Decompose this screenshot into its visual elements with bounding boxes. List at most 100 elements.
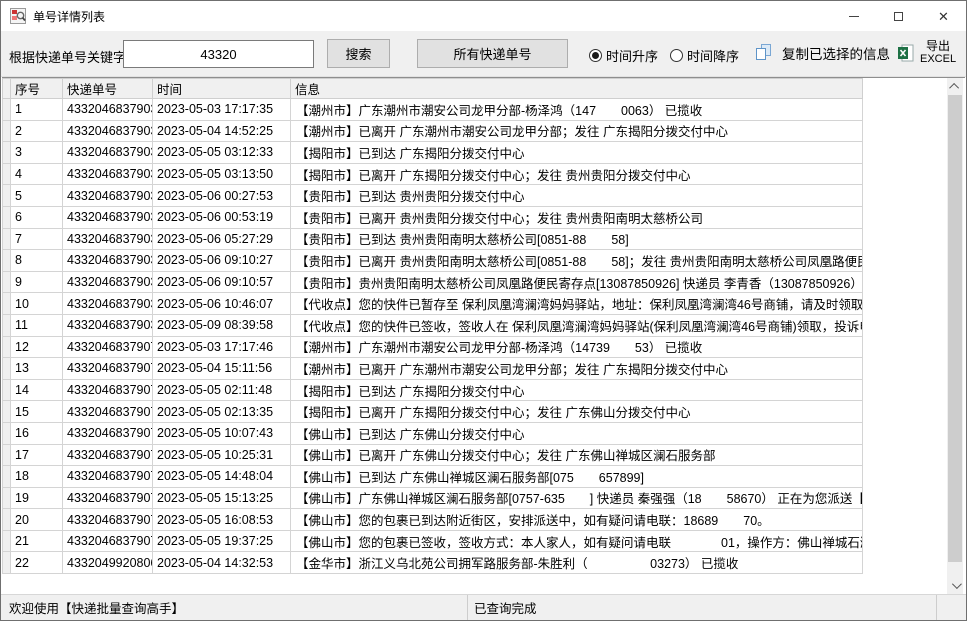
table-row[interactable]: 13 4332046837907 2023-05-04 15:11:56 【潮州… xyxy=(3,358,863,380)
cell-time[interactable]: 2023-05-05 03:13:50 xyxy=(153,163,291,185)
cell-tracking-number[interactable]: 4332046837903 xyxy=(63,228,153,250)
cell-index[interactable]: 15 xyxy=(11,401,63,423)
table-row[interactable]: 19 4332046837907 2023-05-05 15:13:25 【佛山… xyxy=(3,487,863,509)
cell-tracking-number[interactable]: 4332046837907 xyxy=(63,509,153,531)
cell-tracking-number[interactable]: 4332046837907 xyxy=(63,466,153,488)
row-header-cell[interactable] xyxy=(3,250,11,272)
table-row[interactable]: 21 4332046837907 2023-05-05 19:37:25 【佛山… xyxy=(3,530,863,552)
table-row[interactable]: 11 4332046837903 2023-05-09 08:39:58 【代收… xyxy=(3,314,863,336)
vertical-scrollbar[interactable] xyxy=(947,78,963,594)
table-row[interactable]: 18 4332046837907 2023-05-05 14:48:04 【佛山… xyxy=(3,466,863,488)
cell-time[interactable]: 2023-05-06 09:10:27 xyxy=(153,250,291,272)
cell-info[interactable]: 【揭阳市】已离开 广东揭阳分拨交付中心；发往 贵州贵阳分拨交付中心 xyxy=(291,163,863,185)
table-row[interactable]: 4 4332046837903 2023-05-05 03:13:50 【揭阳市… xyxy=(3,163,863,185)
header-time[interactable]: 时间 xyxy=(153,79,291,99)
cell-index[interactable]: 14 xyxy=(11,379,63,401)
cell-info[interactable]: 【贵阳市】已离开 贵州贵阳南明太慈桥公司[0851-88 58]；发往 贵州贵阳… xyxy=(291,250,863,272)
row-header-cell[interactable] xyxy=(3,293,11,315)
row-header-cell[interactable] xyxy=(3,509,11,531)
scroll-down-button[interactable] xyxy=(947,577,963,594)
cell-index[interactable]: 10 xyxy=(11,293,63,315)
export-excel-button[interactable]: 导出 EXCEL xyxy=(898,40,956,66)
cell-info[interactable]: 【贵阳市】已离开 贵州贵阳分拨交付中心；发往 贵州贵阳南明太慈桥公司 xyxy=(291,206,863,228)
row-header-cell[interactable] xyxy=(3,530,11,552)
cell-time[interactable]: 2023-05-05 03:12:33 xyxy=(153,142,291,164)
cell-info[interactable]: 【揭阳市】已到达 广东揭阳分拨交付中心 xyxy=(291,379,863,401)
cell-time[interactable]: 2023-05-06 00:27:53 xyxy=(153,185,291,207)
cell-time[interactable]: 2023-05-04 15:11:56 xyxy=(153,358,291,380)
cell-index[interactable]: 19 xyxy=(11,487,63,509)
scroll-thumb[interactable] xyxy=(948,95,962,562)
table-row[interactable]: 6 4332046837903 2023-05-06 00:53:19 【贵阳市… xyxy=(3,206,863,228)
cell-info[interactable]: 【代收点】您的快件已签收，签收人在 保利凤凰湾澜湾妈妈驿站(保利凤凰湾澜湾46号… xyxy=(291,314,863,336)
cell-index[interactable]: 1 xyxy=(11,99,63,121)
table-row[interactable]: 5 4332046837903 2023-05-06 00:27:53 【贵阳市… xyxy=(3,185,863,207)
cell-index[interactable]: 12 xyxy=(11,336,63,358)
row-header-cell[interactable] xyxy=(3,228,11,250)
row-header-cell[interactable] xyxy=(3,358,11,380)
scroll-up-button[interactable] xyxy=(947,78,963,95)
cell-time[interactable]: 2023-05-05 14:48:04 xyxy=(153,466,291,488)
cell-time[interactable]: 2023-05-06 00:53:19 xyxy=(153,206,291,228)
table-row[interactable]: 16 4332046837907 2023-05-05 10:07:43 【佛山… xyxy=(3,422,863,444)
cell-tracking-number[interactable]: 4332046837903 xyxy=(63,142,153,164)
cell-info[interactable]: 【佛山市】已离开 广东佛山分拨交付中心；发往 广东佛山禅城区澜石服务部 xyxy=(291,444,863,466)
row-header-cell[interactable] xyxy=(3,422,11,444)
cell-index[interactable]: 4 xyxy=(11,163,63,185)
cell-tracking-number[interactable]: 4332046837903 xyxy=(63,163,153,185)
cell-tracking-number[interactable]: 4332049920806 xyxy=(63,552,153,574)
row-header-cell[interactable] xyxy=(3,379,11,401)
table-row[interactable]: 12 4332046837907 2023-05-03 17:17:46 【潮州… xyxy=(3,336,863,358)
cell-index[interactable]: 8 xyxy=(11,250,63,272)
row-header-cell[interactable] xyxy=(3,336,11,358)
cell-time[interactable]: 2023-05-05 15:13:25 xyxy=(153,487,291,509)
cell-index[interactable]: 11 xyxy=(11,314,63,336)
cell-time[interactable]: 2023-05-05 10:07:43 xyxy=(153,422,291,444)
cell-tracking-number[interactable]: 4332046837907 xyxy=(63,401,153,423)
cell-time[interactable]: 2023-05-05 16:08:53 xyxy=(153,509,291,531)
cell-index[interactable]: 2 xyxy=(11,120,63,142)
cell-info[interactable]: 【揭阳市】已到达 广东揭阳分拨交付中心 xyxy=(291,142,863,164)
cell-tracking-number[interactable]: 4332046837903 xyxy=(63,185,153,207)
all-numbers-button[interactable]: 所有快递单号 xyxy=(417,39,568,68)
radio-time-desc[interactable]: 时间降序 xyxy=(670,46,739,65)
cell-time[interactable]: 2023-05-03 17:17:46 xyxy=(153,336,291,358)
cell-time[interactable]: 2023-05-06 05:27:29 xyxy=(153,228,291,250)
cell-tracking-number[interactable]: 4332046837907 xyxy=(63,444,153,466)
table-row[interactable]: 10 4332046837903 2023-05-06 10:46:07 【代收… xyxy=(3,293,863,315)
table-row[interactable]: 17 4332046837907 2023-05-05 10:25:31 【佛山… xyxy=(3,444,863,466)
table-row[interactable]: 2 4332046837903 2023-05-04 14:52:25 【潮州市… xyxy=(3,120,863,142)
table-row[interactable]: 3 4332046837903 2023-05-05 03:12:33 【揭阳市… xyxy=(3,142,863,164)
cell-info[interactable]: 【佛山市】广东佛山禅城区澜石服务部[0757-635 ] 快递员 秦强强（18 … xyxy=(291,487,863,509)
cell-info[interactable]: 【潮州市】已离开 广东潮州市潮安公司龙甲分部；发往 广东揭阳分拨交付中心 xyxy=(291,120,863,142)
search-button[interactable]: 搜索 xyxy=(327,39,390,68)
row-header-cell[interactable] xyxy=(3,444,11,466)
maximize-button[interactable] xyxy=(876,1,921,31)
cell-info[interactable]: 【潮州市】广东潮州市潮安公司龙甲分部-杨泽鸿（147 0063） 已揽收 xyxy=(291,99,863,121)
table-row[interactable]: 15 4332046837907 2023-05-05 02:13:35 【揭阳… xyxy=(3,401,863,423)
table-row[interactable]: 20 4332046837907 2023-05-05 16:08:53 【佛山… xyxy=(3,509,863,531)
row-header-cell[interactable] xyxy=(3,466,11,488)
cell-tracking-number[interactable]: 4332046837907 xyxy=(63,379,153,401)
cell-tracking-number[interactable]: 4332046837907 xyxy=(63,422,153,444)
cell-tracking-number[interactable]: 4332046837903 xyxy=(63,99,153,121)
cell-time[interactable]: 2023-05-04 14:52:25 xyxy=(153,120,291,142)
cell-info[interactable]: 【贵阳市】已到达 贵州贵阳分拨交付中心 xyxy=(291,185,863,207)
cell-time[interactable]: 2023-05-04 14:32:53 xyxy=(153,552,291,574)
row-header-cell[interactable] xyxy=(3,206,11,228)
cell-time[interactable]: 2023-05-05 02:11:48 xyxy=(153,379,291,401)
header-info[interactable]: 信息 xyxy=(291,79,863,99)
row-header-cell[interactable] xyxy=(3,99,11,121)
copy-selected-button[interactable]: 复制已选择的信息 xyxy=(756,43,890,63)
keyword-input[interactable] xyxy=(123,40,314,68)
cell-tracking-number[interactable]: 4332046837907 xyxy=(63,487,153,509)
cell-time[interactable]: 2023-05-03 17:17:35 xyxy=(153,99,291,121)
row-header-cell[interactable] xyxy=(3,163,11,185)
cell-info[interactable]: 【佛山市】已到达 广东佛山分拨交付中心 xyxy=(291,422,863,444)
cell-index[interactable]: 13 xyxy=(11,358,63,380)
cell-index[interactable]: 3 xyxy=(11,142,63,164)
header-tracking-number[interactable]: 快递单号 xyxy=(63,79,153,99)
table-row[interactable]: 9 4332046837903 2023-05-06 09:10:57 【贵阳市… xyxy=(3,271,863,293)
radio-time-asc[interactable]: 时间升序 xyxy=(589,46,658,65)
cell-tracking-number[interactable]: 4332046837903 xyxy=(63,314,153,336)
